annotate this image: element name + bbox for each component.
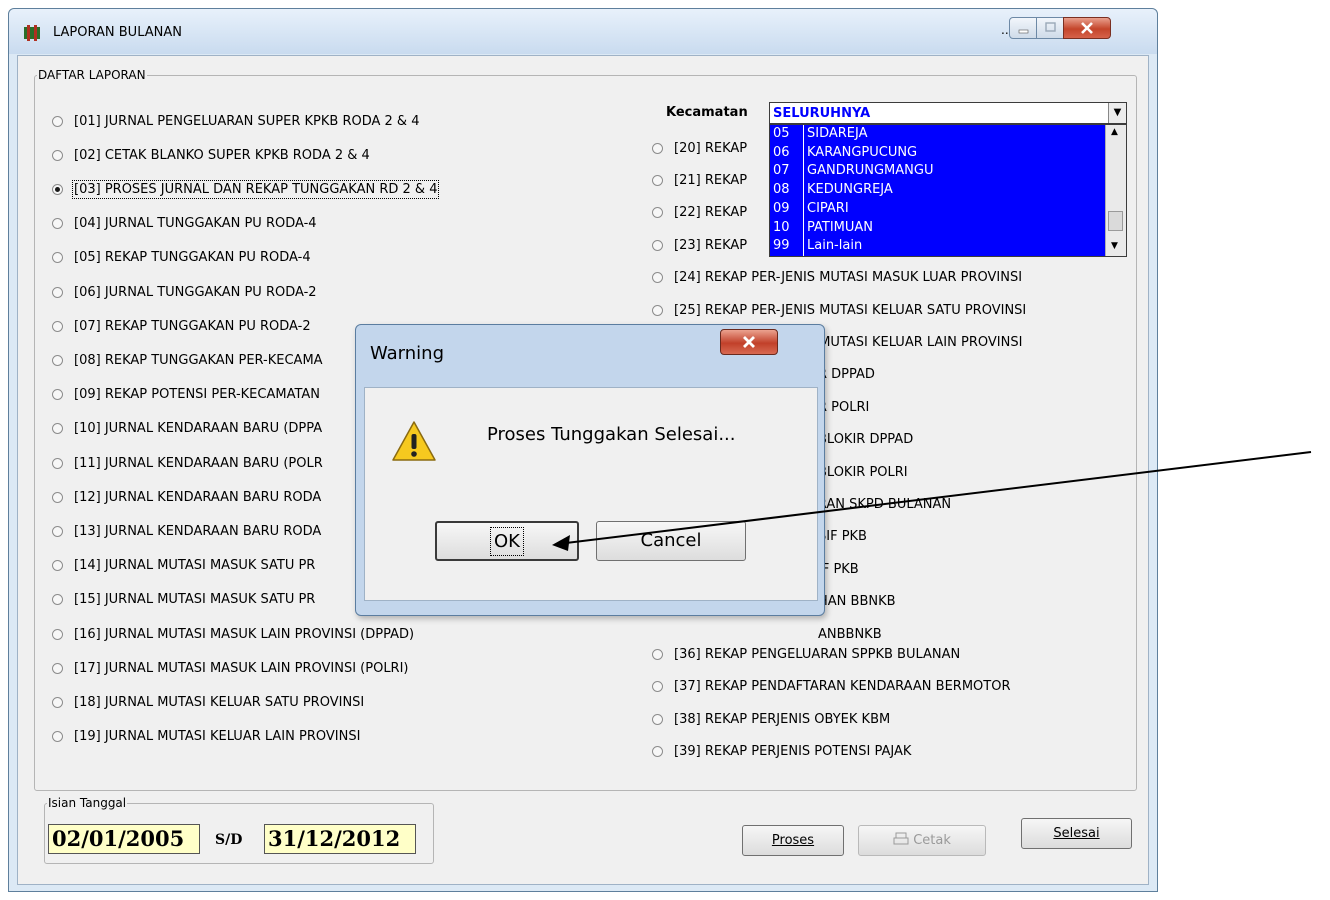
- arrow-line: [565, 451, 1312, 544]
- annotation-arrow: [552, 451, 1312, 551]
- arrow-head: [552, 535, 570, 551]
